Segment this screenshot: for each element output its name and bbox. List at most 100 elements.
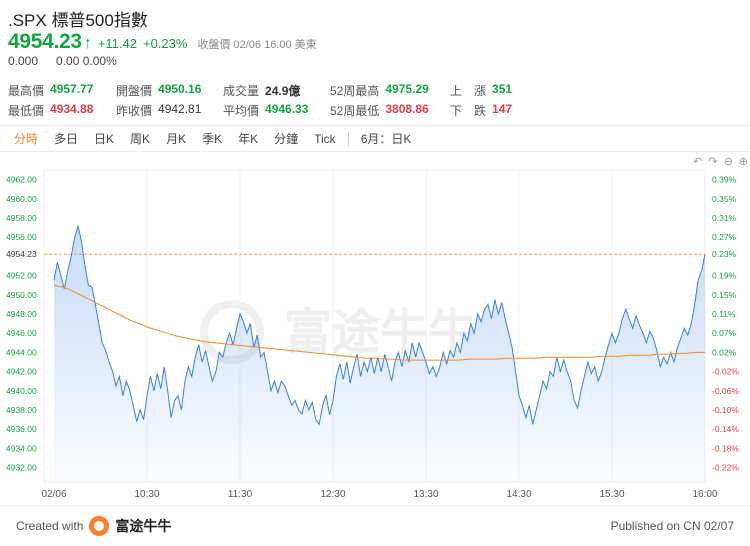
- y-tick-label-pct: 0.19%: [712, 271, 737, 281]
- stat-prev-close: 昨收價 4942.81: [116, 102, 223, 119]
- x-tick-label: 11:30: [228, 489, 253, 500]
- y-tick-label: 4948.00: [6, 309, 37, 319]
- y-tick-label-pct: -0.14%: [712, 424, 739, 434]
- tab-tick[interactable]: Tick: [306, 132, 344, 146]
- stat-label: 52周最高: [330, 83, 380, 98]
- footer-brand: Created with 富途牛牛: [16, 516, 171, 536]
- tab-monthly-k[interactable]: 月K: [158, 130, 194, 147]
- price-change-pct: +0.23%: [142, 36, 188, 51]
- tab-quarterly-k[interactable]: 季K: [194, 130, 230, 147]
- x-tick-label: 14:30: [506, 489, 531, 500]
- stat-value: 24.9億: [265, 83, 301, 98]
- y-tick-label: 4958.00: [6, 213, 37, 223]
- stat-value: 4975.29: [385, 81, 429, 96]
- period-tabs: 分時 多日 日K 周K 月K 季K 年K 分鐘 Tick 6月：日K: [0, 125, 750, 152]
- y-tick-label-pct: 0.39%: [712, 175, 737, 185]
- stat-label: 52周最低: [330, 103, 380, 118]
- stats-grid: 最高價 4957.77 開盤價 4950.16 成交量 24.9億 52周最高 4975…: [8, 80, 512, 120]
- close-info: 收盤價 02/06 16:00 美東: [197, 39, 317, 51]
- price-line: 4954.23 ↑ +11.42 +0.23% 收盤價 02/06 16:00 …: [8, 30, 317, 54]
- y-tick-label-pct: 0.31%: [712, 213, 737, 223]
- price-change: +11.42: [97, 36, 137, 51]
- y-tick-label: 4932.00: [6, 463, 37, 473]
- x-tick-label: 13:30: [413, 489, 438, 500]
- stat-high: 最高價 4957.77: [8, 82, 116, 99]
- y-tick-label: 4934.00: [6, 443, 37, 453]
- y-tick-label: 4954.23: [6, 249, 37, 259]
- brand-name: 富途牛牛: [115, 518, 172, 534]
- y-tick-label: 4942.00: [6, 367, 37, 377]
- stat-average: 平均價 4946.33: [223, 102, 330, 119]
- stat-label: 開盤價: [116, 83, 153, 98]
- stat-label: 平均價: [223, 103, 260, 118]
- y-tick-label-pct: -0.18%: [712, 443, 739, 453]
- stats-row: 最低價 4934.88 昨收價 4942.81 平均價 4946.33 52周最低 38…: [8, 100, 512, 120]
- y-tick-label: 4962.00: [6, 175, 37, 185]
- y-tick-label-pct: 0.27%: [712, 232, 737, 242]
- stat-open: 開盤價 4950.16: [116, 82, 223, 99]
- tab-divider: [347, 131, 349, 146]
- watermark-text: 富途牛牛: [284, 304, 476, 360]
- extended-quote: 0.000 0.00 0.00%: [8, 54, 117, 68]
- index-title: .SPX 標普500指數: [8, 11, 148, 30]
- x-tick-label: 10:30: [134, 489, 159, 500]
- stat-value: 4946.33: [265, 101, 309, 116]
- stat-volume: 成交量 24.9億: [223, 82, 330, 99]
- tab-6m-daily[interactable]: 6月：日K: [353, 130, 420, 147]
- stat-decliners: 下 跌 147: [450, 102, 512, 119]
- arrow-up-icon: ↑: [83, 35, 92, 52]
- published-info: Published on CN 02/07: [610, 519, 734, 533]
- y-tick-label: 4950.00: [6, 290, 37, 300]
- stat-low: 最低價 4934.88: [8, 102, 116, 119]
- stat-value: 4942.81: [158, 101, 202, 116]
- y-tick-label: 4940.00: [6, 386, 37, 396]
- y-tick-label: 4944.00: [6, 347, 37, 357]
- stat-52w-high: 52周最高 4975.29: [330, 82, 450, 99]
- stat-value: 4950.16: [158, 81, 202, 96]
- tab-daily-k[interactable]: 日K: [86, 130, 122, 147]
- stat-advancers: 上 漲 351: [450, 82, 512, 99]
- stat-value: 147: [492, 101, 513, 116]
- y-tick-label-pct: -0.06%: [712, 386, 739, 396]
- y-tick-label-pct: 0.07%: [712, 328, 737, 338]
- tab-multi-day[interactable]: 多日: [46, 130, 86, 147]
- stat-value: 3808.86: [385, 101, 429, 116]
- stat-label: 昨收價: [116, 103, 153, 118]
- stat-value: 4934.88: [50, 101, 94, 116]
- last-price: 4954.23: [8, 30, 82, 53]
- futu-logo-icon: [89, 516, 110, 536]
- y-tick-label: 4960.00: [6, 194, 37, 204]
- y-tick-label-pct: -0.10%: [712, 405, 739, 415]
- x-tick-label: 16:00: [692, 489, 717, 500]
- y-tick-label: 4936.00: [6, 424, 37, 434]
- tab-yearly-k[interactable]: 年K: [230, 130, 266, 147]
- y-tick-label-pct: 0.23%: [712, 249, 737, 259]
- extended-price: 0.000: [8, 54, 39, 68]
- tab-intraday[interactable]: 分時: [0, 130, 46, 147]
- x-tick-label: 12:30: [320, 489, 345, 500]
- stat-label: 成交量: [223, 83, 260, 98]
- extended-change: 0.00 0.00%: [56, 54, 117, 68]
- stat-label: 上 漲: [450, 83, 487, 98]
- stat-label: 下 跌: [450, 103, 487, 118]
- created-with-label: Created with: [16, 519, 84, 533]
- y-tick-label-pct: -0.02%: [712, 367, 739, 377]
- x-tick-label: 15:30: [599, 489, 624, 500]
- stat-value: 351: [492, 81, 513, 96]
- stat-value: 4957.77: [50, 81, 94, 96]
- y-tick-label: 4938.00: [6, 405, 37, 415]
- x-tick-label: 02/06: [41, 489, 66, 500]
- intraday-chart[interactable]: 02/06 10:30 11:30 12:30 13:30 14:30 15:30 16:00…: [0, 164, 750, 504]
- y-tick-label: 4946.00: [6, 328, 37, 338]
- tab-minute[interactable]: 分鐘: [266, 130, 306, 147]
- y-tick-label-pct: 0.02%: [712, 347, 737, 357]
- y-tick-label-pct: 0.11%: [712, 309, 736, 319]
- footer: Created with 富途牛牛 Published on CN 02/07: [0, 505, 750, 546]
- y-tick-label-pct: 0.15%: [712, 290, 737, 300]
- y-tick-label: 4952.00: [6, 271, 37, 281]
- stats-row: 最高價 4957.77 開盤價 4950.16 成交量 24.9億 52周最高 4975…: [8, 80, 512, 100]
- y-tick-label: 4956.00: [6, 232, 37, 242]
- tab-weekly-k[interactable]: 周K: [122, 130, 158, 147]
- stat-label: 最低價: [8, 103, 45, 118]
- stat-label: 最高價: [8, 83, 45, 98]
